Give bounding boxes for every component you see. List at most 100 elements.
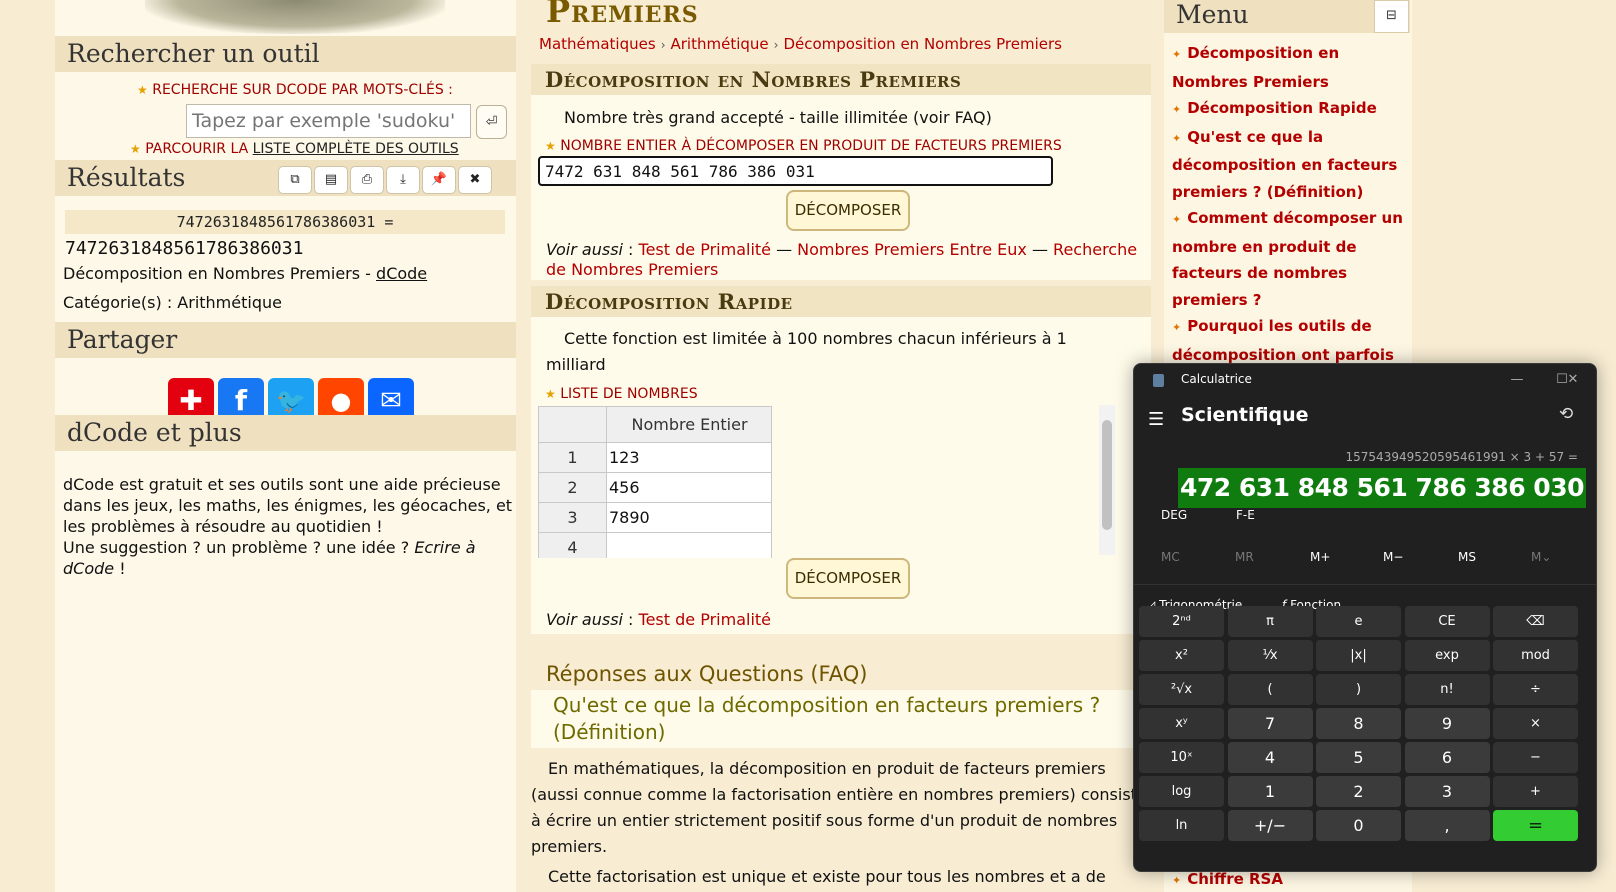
copy-icon[interactable]: ⧉ — [278, 166, 312, 194]
digit-6-button[interactable]: 6 — [1404, 742, 1490, 773]
absolute-button[interactable]: |x| — [1316, 640, 1401, 671]
number-table-viewport: Nombre Entier 1 123 2 456 3 7890 4 — [531, 406, 781, 558]
decimal-button[interactable]: , — [1404, 810, 1490, 841]
row-value-cell[interactable]: 7890 — [606, 502, 772, 533]
factorial-button[interactable]: n! — [1404, 674, 1490, 705]
mod-button[interactable]: mod — [1493, 640, 1578, 671]
memory-clear-button[interactable]: MC — [1161, 550, 1180, 564]
digit-8-button[interactable]: 8 — [1316, 708, 1401, 739]
calculator-titlebar[interactable]: Calculatrice — ☐ — [1134, 364, 1596, 396]
menu-item-rsa[interactable]: ✦ Chiffre RSA — [1172, 870, 1283, 888]
decompose-button[interactable]: DÉCOMPOSER — [786, 190, 910, 231]
calculator-divider — [1134, 584, 1596, 585]
log-button[interactable]: log — [1139, 776, 1224, 807]
negate-button[interactable]: +/− — [1227, 810, 1313, 841]
keyword-search-label: ★ RECHERCHE SUR DCODE PAR MOTS-CLÉS : — [137, 82, 453, 98]
table-scroll-thumb[interactable] — [1102, 420, 1112, 530]
row-value-cell[interactable] — [606, 532, 772, 558]
star-icon: ★ — [137, 83, 148, 97]
angle-mode-button[interactable]: DEG — [1161, 508, 1187, 522]
menu-item[interactable]: ✦ Comment décomposer un nombre en produit… — [1172, 205, 1407, 313]
divide-button[interactable]: ÷ — [1493, 674, 1578, 705]
menu-collapse-icon[interactable]: ⊟ — [1374, 0, 1409, 33]
hamburger-menu-icon[interactable]: ☰ — [1148, 409, 1164, 430]
digit-7-button[interactable]: 7 — [1227, 708, 1313, 739]
search-input[interactable] — [186, 104, 471, 138]
menu-item-label: Décomposition Rapide — [1187, 99, 1377, 117]
number-list-label-text: LISTE DE NOMBRES — [560, 386, 698, 402]
memory-add-button[interactable]: M+ — [1310, 550, 1330, 564]
tool-name-line: Décomposition en Nombres Premiers - dCod… — [63, 264, 427, 283]
table-scrollbar[interactable] — [1099, 405, 1115, 555]
ln-button[interactable]: ln — [1139, 810, 1224, 841]
digit-1-button[interactable]: 1 — [1227, 776, 1313, 807]
about-end: ! — [114, 559, 126, 578]
history-icon[interactable]: ⟲ — [1559, 404, 1573, 424]
quick-decompose-button[interactable]: DÉCOMPOSER — [786, 558, 910, 599]
e-button[interactable]: e — [1316, 606, 1401, 637]
link-coprime[interactable]: Nombres Premiers Entre Eux — [797, 240, 1027, 259]
breadcrumb-mathematiques[interactable]: Mathématiques — [539, 35, 656, 53]
see-also-2: Voir aussi : Test de Primalité — [546, 610, 771, 629]
calculator-display: 472 631 848 561 786 386 030 — [1177, 468, 1586, 508]
digit-4-button[interactable]: 4 — [1227, 742, 1313, 773]
main-content: Premiers Mathématiques › Arithmétique › Déco… — [531, 0, 1151, 892]
about-text: dCode est gratuit et ses outils sont une… — [63, 474, 513, 579]
site-logo[interactable] — [145, 0, 445, 34]
star-icon: ✦ — [1172, 213, 1182, 226]
power-button[interactable]: xʸ — [1139, 708, 1224, 739]
breadcrumb-arithmetique[interactable]: Arithmétique — [671, 35, 769, 53]
digit-5-button[interactable]: 5 — [1316, 742, 1401, 773]
menu-item[interactable]: ✦ Décomposition en Nombres Premiers — [1172, 40, 1407, 95]
digit-2-button[interactable]: 2 — [1316, 776, 1401, 807]
row-value-cell[interactable]: 456 — [606, 472, 772, 503]
memory-recall-button[interactable]: MR — [1235, 550, 1254, 564]
digit-0-button[interactable]: 0 — [1316, 810, 1401, 841]
link-primality-test-2[interactable]: Test de Primalité — [639, 610, 771, 629]
quick-decomposition-heading: Décomposition Rapide — [531, 286, 1151, 317]
ten-power-button[interactable]: 10ˣ — [1139, 742, 1224, 773]
row-value-cell[interactable]: 123 — [606, 442, 772, 473]
breadcrumb-decomposition[interactable]: Décomposition en Nombres Premiers — [783, 35, 1062, 53]
close-window-icon[interactable]: ✕ — [1558, 369, 1588, 393]
search-submit-button[interactable]: ⏎ — [476, 105, 507, 139]
square-button[interactable]: x² — [1139, 640, 1224, 671]
exp-button[interactable]: exp — [1404, 640, 1490, 671]
close-icon[interactable]: ✖ — [458, 166, 492, 194]
star-icon: ✦ — [1172, 48, 1182, 61]
print-icon[interactable]: ⎙ — [350, 166, 384, 194]
second-button[interactable]: 2ⁿᵈ — [1139, 606, 1224, 637]
download-icon[interactable]: ⤓ — [386, 166, 420, 194]
memory-list-button[interactable]: M⌄ — [1531, 550, 1551, 564]
open-paren-button[interactable]: ( — [1227, 674, 1313, 705]
calculator-title: Calculatrice — [1181, 372, 1252, 386]
tool-name: Décomposition en Nombres Premiers - — [63, 264, 377, 283]
menu-item[interactable]: ✦ Décomposition Rapide — [1172, 95, 1407, 124]
root-button[interactable]: ²√x — [1139, 674, 1224, 705]
memory-store-button[interactable]: MS — [1458, 550, 1476, 564]
clipboard-icon[interactable]: ▤ — [314, 166, 348, 194]
equals-button[interactable]: = — [1493, 810, 1578, 841]
menu-item[interactable]: ✦ Qu'est ce que la décomposition en facte… — [1172, 124, 1407, 206]
pi-button[interactable]: π — [1227, 606, 1313, 637]
decomposition-heading: Décomposition en Nombres Premiers — [531, 64, 1151, 95]
fe-button[interactable]: F-E — [1236, 508, 1255, 522]
digit-3-button[interactable]: 3 — [1404, 776, 1490, 807]
dcode-link[interactable]: dCode — [376, 264, 427, 283]
browse-tools-link[interactable]: LISTE COMPLÈTE DES OUTILS — [253, 141, 459, 157]
row-index: 1 — [538, 442, 607, 473]
calculator-app-icon — [1153, 374, 1164, 387]
link-primality-test[interactable]: Test de Primalité — [639, 240, 771, 259]
subtract-button[interactable]: − — [1493, 742, 1578, 773]
add-button[interactable]: + — [1493, 776, 1578, 807]
number-input[interactable] — [538, 156, 1053, 186]
minimize-icon[interactable]: — — [1502, 369, 1532, 393]
multiply-button[interactable]: × — [1493, 708, 1578, 739]
clear-entry-button[interactable]: CE — [1404, 606, 1490, 637]
pin-icon[interactable]: 📌 — [422, 166, 456, 194]
digit-9-button[interactable]: 9 — [1404, 708, 1490, 739]
close-paren-button[interactable]: ) — [1316, 674, 1401, 705]
reciprocal-button[interactable]: ¹⁄x — [1227, 640, 1313, 671]
memory-subtract-button[interactable]: M− — [1383, 550, 1403, 564]
backspace-icon[interactable]: ⌫ — [1493, 606, 1578, 637]
